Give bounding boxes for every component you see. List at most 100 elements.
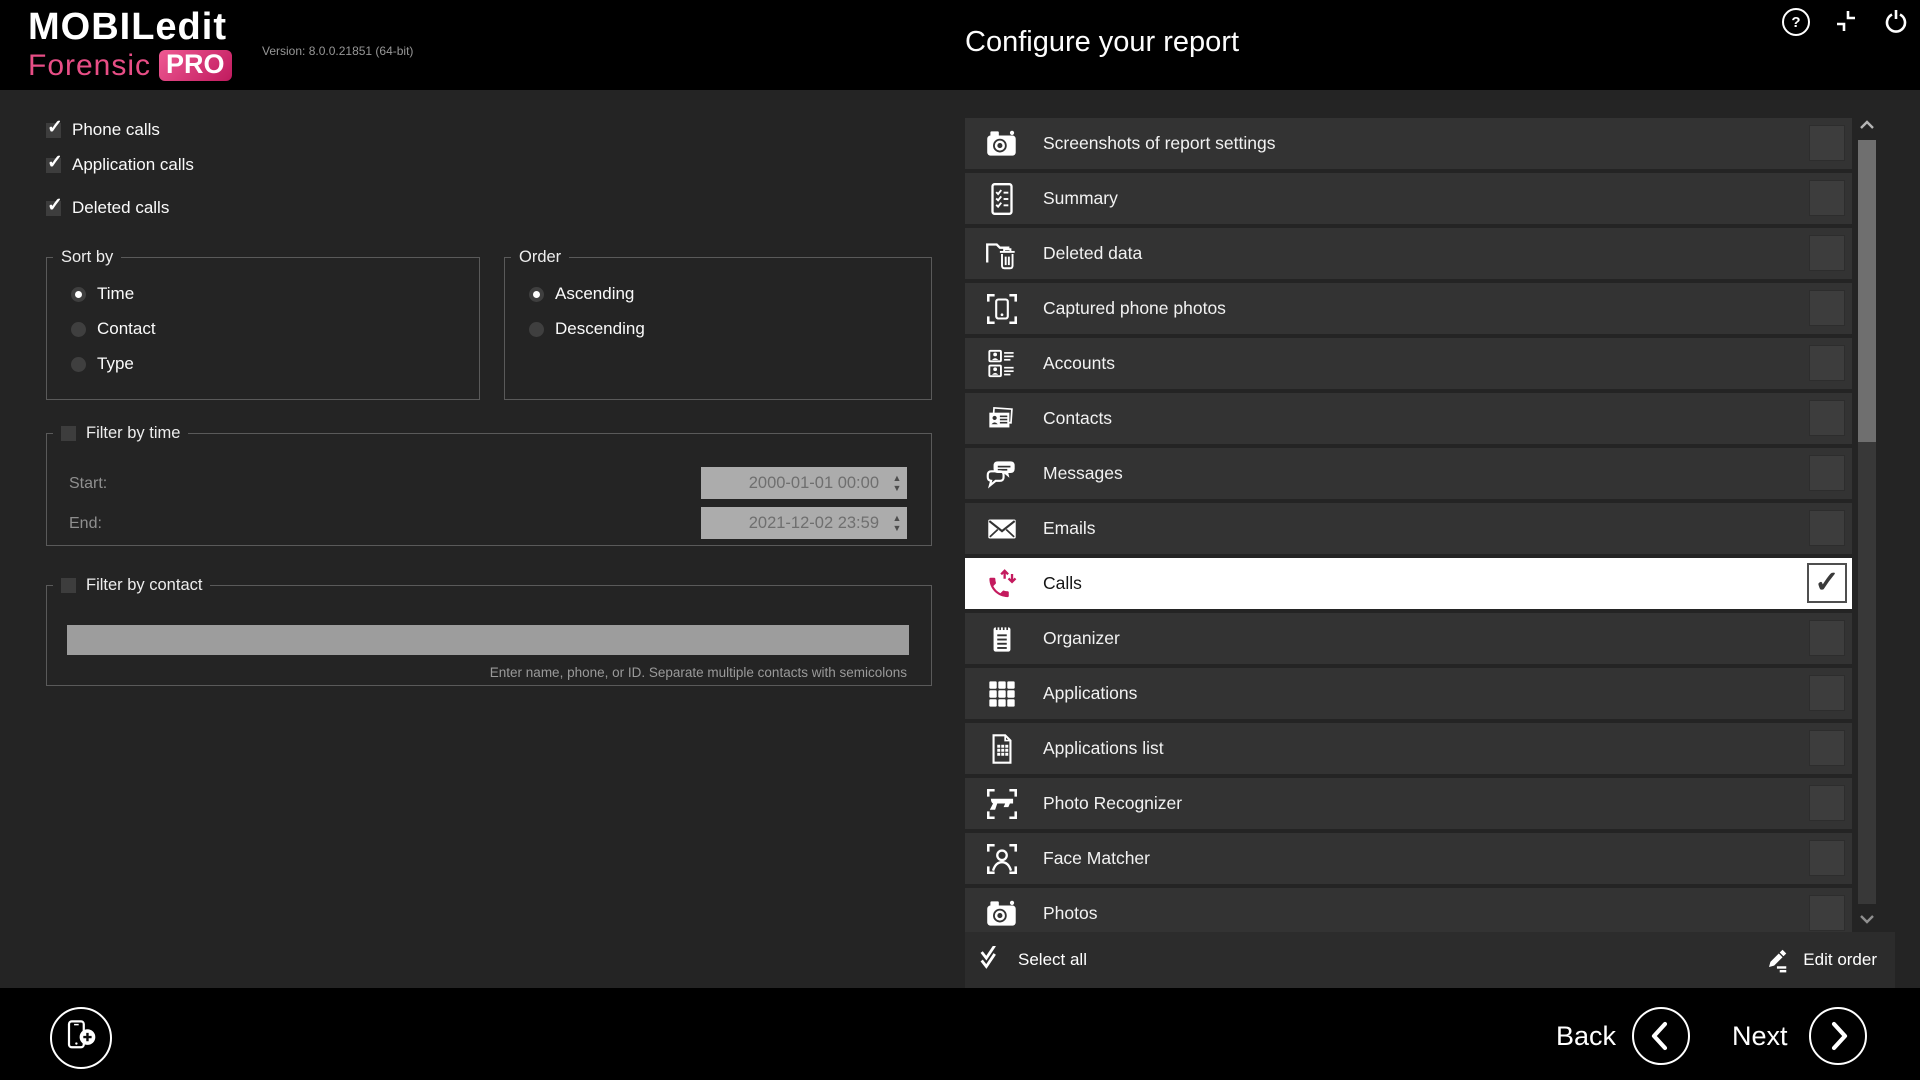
report-section-row-emails[interactable]: Emails bbox=[965, 503, 1852, 554]
spinner-up-icon[interactable]: ▲ bbox=[893, 514, 902, 522]
scrollbar-thumb[interactable] bbox=[1858, 140, 1876, 442]
sections-action-bar: Select all Edit order bbox=[965, 932, 1895, 988]
report-section-row-calls[interactable]: Calls ✓ bbox=[965, 558, 1852, 609]
spinner-down-icon[interactable]: ▼ bbox=[893, 484, 902, 492]
report-section-checkbox[interactable] bbox=[1809, 455, 1845, 491]
filter-by-contact-group: Filter by contact Enter name, phone, or … bbox=[46, 576, 932, 686]
sort-by-contact-option[interactable]: Contact bbox=[71, 319, 479, 339]
end-spinner-arrows[interactable]: ▲▼ bbox=[887, 514, 907, 532]
scrollbar-down-button[interactable] bbox=[1858, 906, 1876, 932]
chevron-down-icon bbox=[1858, 912, 1876, 926]
report-section-row-accounts[interactable]: Accounts bbox=[965, 338, 1852, 389]
start-spinner-arrows[interactable]: ▲▼ bbox=[887, 474, 907, 492]
start-datetime-input[interactable]: 2000-01-01 00:00 ▲▼ bbox=[701, 467, 907, 499]
phone-calls-checkbox[interactable] bbox=[46, 123, 61, 138]
power-button[interactable] bbox=[1883, 7, 1909, 33]
edit-order-label: Edit order bbox=[1803, 950, 1877, 970]
logo-text-forensic: Forensic bbox=[28, 51, 151, 81]
spinner-down-icon[interactable]: ▼ bbox=[893, 524, 902, 532]
deleted-calls-label: Deleted calls bbox=[72, 198, 169, 218]
report-section-row-photo-recognizer[interactable]: Photo Recognizer bbox=[965, 778, 1852, 829]
spinner-up-icon[interactable]: ▲ bbox=[893, 474, 902, 482]
report-section-checkbox[interactable] bbox=[1809, 180, 1845, 216]
next-label: Next bbox=[1732, 1021, 1788, 1052]
order-descending-radio[interactable] bbox=[529, 322, 544, 337]
application-calls-checkbox[interactable] bbox=[46, 158, 61, 173]
connect-phone-button[interactable] bbox=[50, 1007, 112, 1069]
sort-by-type-label: Type bbox=[97, 354, 134, 374]
report-section-label: Face Matcher bbox=[1043, 848, 1150, 869]
order-ascending-option[interactable]: Ascending bbox=[529, 284, 931, 304]
order-legend: Order bbox=[519, 248, 561, 267]
report-section-checkbox[interactable] bbox=[1809, 400, 1845, 436]
sort-by-type-option[interactable]: Type bbox=[71, 354, 479, 374]
applications-icon bbox=[983, 675, 1021, 713]
report-section-label: Deleted data bbox=[1043, 243, 1142, 264]
calls-icon bbox=[983, 565, 1021, 603]
report-section-checkbox[interactable] bbox=[1809, 675, 1845, 711]
report-section-row-applications[interactable]: Applications bbox=[965, 668, 1852, 719]
collapse-window-button[interactable] bbox=[1833, 8, 1859, 34]
deleted-calls-option[interactable]: Deleted calls bbox=[46, 198, 169, 218]
report-section-checkbox[interactable] bbox=[1809, 345, 1845, 381]
report-section-checkbox[interactable] bbox=[1809, 125, 1845, 161]
report-section-checkbox[interactable] bbox=[1809, 510, 1845, 546]
filter-by-time-legend: Filter by time bbox=[86, 424, 180, 443]
sort-by-time-option[interactable]: Time bbox=[71, 284, 479, 304]
report-section-row-contacts[interactable]: Contacts bbox=[965, 393, 1852, 444]
order-descending-option[interactable]: Descending bbox=[529, 319, 931, 339]
report-section-label: Emails bbox=[1043, 518, 1096, 539]
report-section-checkbox[interactable] bbox=[1809, 730, 1845, 766]
sections-scrollbar[interactable] bbox=[1858, 112, 1876, 932]
filter-by-time-checkbox[interactable] bbox=[61, 426, 76, 441]
report-section-row-face-matcher[interactable]: Face Matcher bbox=[965, 833, 1852, 884]
report-section-label: Summary bbox=[1043, 188, 1118, 209]
deleted-calls-checkbox[interactable] bbox=[46, 201, 61, 216]
chevron-left-icon bbox=[1634, 1009, 1688, 1063]
sort-by-contact-radio[interactable] bbox=[71, 322, 86, 337]
emails-icon bbox=[983, 510, 1021, 548]
logo-text-mobiledit: MOBILedit bbox=[28, 8, 232, 46]
edit-order-button[interactable]: Edit order bbox=[1762, 946, 1877, 974]
contact-filter-input[interactable] bbox=[67, 625, 909, 655]
face-matcher-icon bbox=[983, 840, 1021, 878]
next-button[interactable] bbox=[1809, 1007, 1867, 1065]
report-section-checkbox[interactable] bbox=[1809, 290, 1845, 326]
application-calls-option[interactable]: Application calls bbox=[46, 155, 194, 175]
report-section-checkbox[interactable] bbox=[1809, 895, 1845, 931]
report-section-row-deleted-data[interactable]: Deleted data bbox=[965, 228, 1852, 279]
report-section-checkbox[interactable] bbox=[1809, 235, 1845, 271]
report-section-label: Photo Recognizer bbox=[1043, 793, 1182, 814]
order-descending-label: Descending bbox=[555, 319, 645, 339]
report-section-checkbox[interactable] bbox=[1809, 840, 1845, 876]
report-section-row-screenshots-of-report-settings[interactable]: Screenshots of report settings bbox=[965, 118, 1852, 169]
chevron-right-icon bbox=[1811, 1009, 1865, 1063]
back-button[interactable] bbox=[1632, 1007, 1690, 1065]
report-section-row-captured-phone-photos[interactable]: Captured phone photos bbox=[965, 283, 1852, 334]
order-ascending-radio[interactable] bbox=[529, 287, 544, 302]
organizer-icon bbox=[983, 620, 1021, 658]
sort-by-time-radio[interactable] bbox=[71, 287, 86, 302]
report-section-row-applications-list[interactable]: Applications list bbox=[965, 723, 1852, 774]
report-section-checkbox[interactable] bbox=[1809, 785, 1845, 821]
scrollbar-up-button[interactable] bbox=[1858, 112, 1876, 138]
summary-icon bbox=[983, 180, 1021, 218]
phone-calls-option[interactable]: Phone calls bbox=[46, 120, 160, 140]
report-section-label: Calls bbox=[1043, 573, 1082, 594]
report-section-row-organizer[interactable]: Organizer bbox=[965, 613, 1852, 664]
filter-by-contact-checkbox[interactable] bbox=[61, 578, 76, 593]
report-section-label: Applications bbox=[1043, 683, 1137, 704]
start-label: Start: bbox=[69, 475, 107, 493]
help-button[interactable]: ? bbox=[1782, 8, 1810, 36]
report-section-row-summary[interactable]: Summary bbox=[965, 173, 1852, 224]
report-section-row-messages[interactable]: Messages bbox=[965, 448, 1852, 499]
sort-by-type-radio[interactable] bbox=[71, 357, 86, 372]
report-sections-list: Screenshots of report settings Summary Del… bbox=[965, 112, 1895, 932]
end-datetime-input[interactable]: 2021-12-02 23:59 ▲▼ bbox=[701, 507, 907, 539]
report-section-label: Organizer bbox=[1043, 628, 1120, 649]
report-section-checkbox[interactable] bbox=[1809, 620, 1845, 656]
select-all-button[interactable]: Select all bbox=[977, 946, 1087, 974]
select-all-label: Select all bbox=[1018, 950, 1087, 970]
report-section-row-photos[interactable]: Photos bbox=[965, 888, 1852, 932]
report-section-checkbox[interactable]: ✓ bbox=[1807, 563, 1847, 603]
